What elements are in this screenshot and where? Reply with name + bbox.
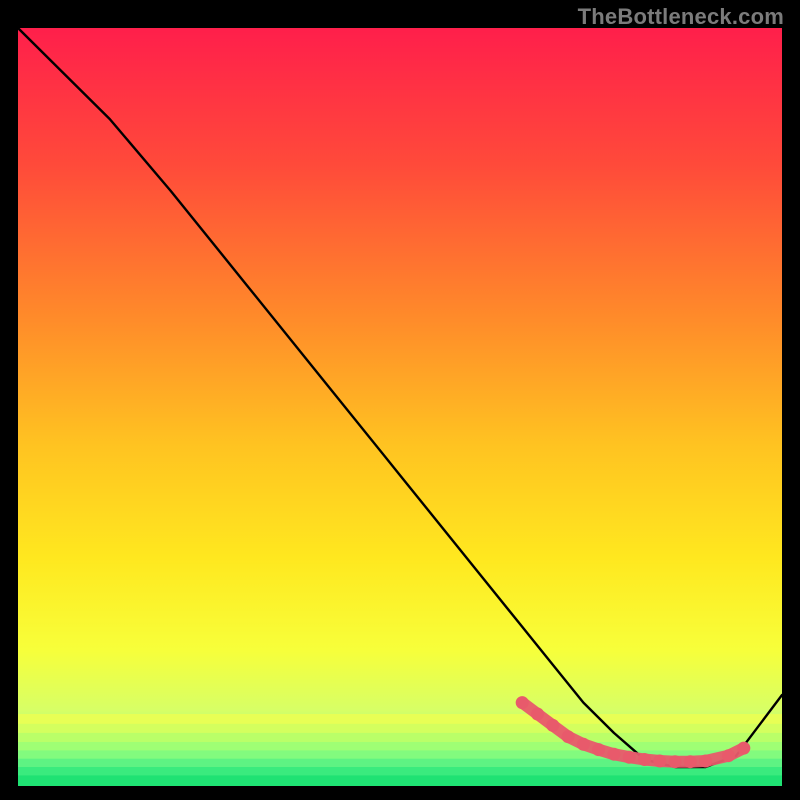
marker-dot: [737, 742, 750, 755]
gradient-band: [18, 775, 782, 786]
gradient-band: [18, 724, 782, 734]
marker-dot: [546, 719, 559, 732]
marker-dot: [669, 755, 682, 768]
gradient-band: [18, 733, 782, 743]
marker-dot: [531, 708, 544, 721]
marker-dot: [653, 755, 666, 768]
attribution-label: TheBottleneck.com: [578, 4, 784, 30]
gradient-band: [18, 714, 782, 725]
marker-dot: [577, 738, 590, 751]
marker-dot: [684, 755, 697, 768]
marker-dot: [516, 696, 529, 709]
gradient-background: [18, 28, 782, 786]
marker-dot: [592, 743, 605, 756]
gradient-band: [18, 742, 782, 751]
gradient-band: [18, 767, 782, 776]
chart-container: TheBottleneck.com: [0, 0, 800, 800]
marker-dot: [722, 749, 735, 762]
marker-dot: [607, 748, 620, 761]
marker-dot: [699, 755, 712, 768]
marker-dot: [623, 751, 636, 764]
chart-svg: [18, 28, 782, 786]
marker-dot: [638, 753, 651, 766]
marker-dot: [562, 730, 575, 743]
plot-area: [18, 28, 782, 786]
